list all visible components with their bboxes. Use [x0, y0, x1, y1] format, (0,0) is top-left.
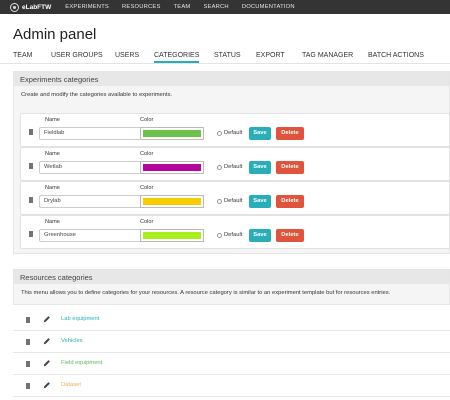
tab-user-groups[interactable]: USER GROUPS	[51, 52, 103, 59]
tab-categories[interactable]: CATEGORIES	[154, 52, 200, 63]
nav-experiments[interactable]: EXPERIMENTS	[65, 4, 109, 10]
resource-category-name[interactable]: Vehicles	[61, 338, 83, 344]
default-label: Default	[224, 198, 243, 204]
category-color-picker[interactable]	[140, 229, 204, 242]
resource-category-name[interactable]: Lab equipment	[61, 316, 99, 322]
tab-status[interactable]: STATUS	[214, 52, 241, 59]
resources-categories-description: This menu allows you to define categorie…	[21, 290, 391, 296]
default-label: Default	[224, 130, 243, 136]
nav-documentation[interactable]: DOCUMENTATION	[242, 4, 295, 10]
app-name: eLabFTW	[22, 3, 52, 11]
category-card: Name Color Wetlab Default Save Delete	[20, 147, 450, 181]
default-radio[interactable]	[217, 233, 222, 238]
resource-category-name[interactable]: Dataset	[61, 382, 81, 388]
pencil-icon[interactable]	[43, 337, 51, 345]
drag-handle-icon[interactable]	[26, 361, 30, 367]
color-label: Color	[140, 185, 154, 191]
color-swatch	[143, 164, 201, 171]
color-swatch	[143, 232, 201, 239]
color-label: Color	[140, 117, 154, 123]
resource-category-row[interactable]: Dataset	[13, 375, 450, 397]
tab-export[interactable]: EXPORT	[256, 52, 285, 59]
save-button[interactable]: Save	[249, 127, 271, 140]
category-color-picker[interactable]	[140, 127, 204, 140]
drag-handle-icon[interactable]	[29, 197, 33, 203]
drag-handle-icon[interactable]	[26, 339, 30, 345]
tab-team[interactable]: TEAM	[13, 52, 32, 59]
resource-category-row[interactable]: Field equipment	[13, 353, 450, 375]
save-button[interactable]: Save	[249, 229, 271, 242]
tab-tag-manager[interactable]: TAG MANAGER	[302, 52, 353, 59]
delete-button[interactable]: Delete	[276, 229, 304, 242]
delete-button[interactable]: Delete	[276, 127, 304, 140]
delete-button[interactable]: Delete	[276, 161, 304, 174]
resource-category-row[interactable]: Vehicles	[13, 331, 450, 353]
pencil-icon[interactable]	[43, 359, 51, 367]
name-label: Name	[45, 185, 60, 191]
pencil-icon[interactable]	[43, 381, 51, 389]
resources-categories-heading: Resources categories	[14, 270, 449, 284]
category-card: Name Color Fieldlab Default Save Delete	[20, 113, 450, 147]
default-radio[interactable]	[217, 165, 222, 170]
default-radio[interactable]	[217, 131, 222, 136]
category-card: Name Color Drylab Default Save Delete	[20, 181, 450, 215]
nav-resources[interactable]: RESOURCES	[122, 4, 161, 10]
tab-users[interactable]: USERS	[115, 52, 139, 59]
nav-search[interactable]: SEARCH	[203, 4, 228, 10]
resource-category-row[interactable]: Lab equipment	[13, 309, 450, 331]
color-swatch	[143, 130, 201, 137]
default-label: Default	[224, 232, 243, 238]
color-swatch	[143, 198, 201, 205]
category-color-picker[interactable]	[140, 195, 204, 208]
drag-handle-icon[interactable]	[26, 317, 30, 323]
logo-icon	[10, 2, 19, 12]
resources-categories-panel: Resources categories This menu allows yo…	[13, 269, 450, 305]
default-label: Default	[224, 164, 243, 170]
name-label: Name	[45, 151, 60, 157]
category-name-input[interactable]: Fieldlab	[39, 127, 144, 140]
experiments-categories-heading: Experiments categories	[14, 72, 449, 86]
save-button[interactable]: Save	[249, 161, 271, 174]
name-label: Name	[45, 219, 60, 225]
resource-category-name[interactable]: Field equipment	[61, 360, 102, 366]
drag-handle-icon[interactable]	[26, 383, 30, 389]
name-label: Name	[45, 117, 60, 123]
delete-button[interactable]: Delete	[276, 195, 304, 208]
tabs-divider	[0, 63, 450, 64]
nav-team[interactable]: TEAM	[174, 4, 191, 10]
top-navbar: eLabFTW EXPERIMENTS RESOURCES TEAM SEARC…	[0, 0, 450, 14]
category-name-input[interactable]: Greenhouse	[39, 229, 144, 242]
main-nav: EXPERIMENTS RESOURCES TEAM SEARCH DOCUME…	[65, 4, 308, 10]
color-label: Color	[140, 219, 154, 225]
drag-handle-icon[interactable]	[29, 129, 33, 135]
drag-handle-icon[interactable]	[29, 231, 33, 237]
drag-handle-icon[interactable]	[29, 163, 33, 169]
tab-batch-actions[interactable]: BATCH ACTIONS	[368, 52, 424, 59]
page-title: Admin panel	[13, 26, 97, 43]
default-radio[interactable]	[217, 199, 222, 204]
color-label: Color	[140, 151, 154, 157]
app-logo[interactable]: eLabFTW	[10, 2, 52, 12]
category-name-input[interactable]: Wetlab	[39, 161, 144, 174]
category-color-picker[interactable]	[140, 161, 204, 174]
category-card: Name Color Greenhouse Default Save Delet…	[20, 215, 450, 249]
category-name-input[interactable]: Drylab	[39, 195, 144, 208]
save-button[interactable]: Save	[249, 195, 271, 208]
pencil-icon[interactable]	[43, 315, 51, 323]
experiments-categories-description: Create and modify the categories availab…	[21, 92, 173, 98]
